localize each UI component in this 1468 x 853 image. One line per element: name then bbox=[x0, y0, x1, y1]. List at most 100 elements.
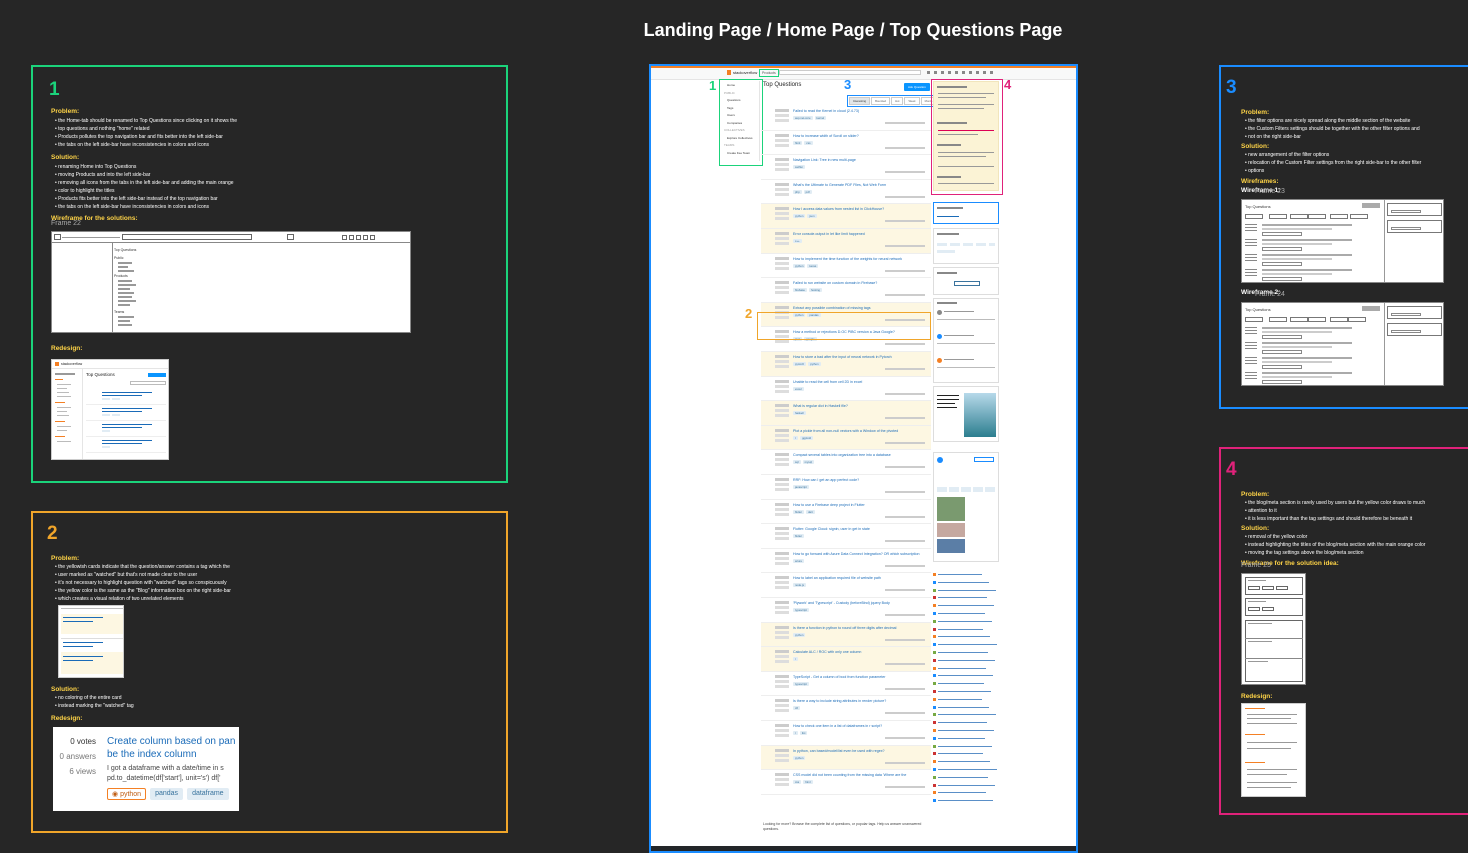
question-row[interactable]: Failed to run website on custom domain i… bbox=[761, 278, 931, 303]
question-tag[interactable]: ggplot2 bbox=[799, 435, 814, 440]
hot-question-link[interactable] bbox=[938, 776, 988, 778]
question-row[interactable]: What is regular dict in Haskell file? has… bbox=[761, 401, 931, 426]
question-title[interactable]: How to store a bad after the input of ne… bbox=[793, 355, 927, 359]
question-title[interactable]: How to implement the time function of th… bbox=[793, 257, 927, 261]
question-tag[interactable]: asp.net-core bbox=[793, 116, 813, 120]
question-tag[interactable]: python bbox=[793, 263, 806, 268]
question-tag[interactable]: pytorch bbox=[793, 362, 807, 366]
hot-question-link[interactable] bbox=[938, 714, 996, 716]
hot-question-link[interactable] bbox=[938, 589, 996, 591]
question-row[interactable]: Compact several tables into organization… bbox=[761, 450, 931, 475]
question-tag[interactable]: haskell bbox=[793, 411, 806, 416]
question-title[interactable]: 'Plywork' and 'Typescript' - Custody (be… bbox=[793, 601, 927, 605]
question-tag[interactable]: html bbox=[793, 140, 803, 145]
question-row[interactable]: How I access data values from nested lis… bbox=[761, 204, 931, 229]
hot-question-link[interactable] bbox=[938, 574, 982, 575]
question-row[interactable]: RRF: How can I get an app perfect code? j… bbox=[761, 475, 931, 500]
products-link[interactable]: Products bbox=[759, 69, 779, 77]
question-title[interactable]: What's the Ultimate to Generate PDF File… bbox=[793, 183, 927, 187]
logo-icon[interactable] bbox=[727, 70, 731, 75]
question-tag[interactable]: python bbox=[793, 755, 806, 760]
hot-question-link[interactable] bbox=[938, 605, 994, 607]
question-tag[interactable]: html bbox=[803, 780, 813, 785]
hot-question-link[interactable] bbox=[938, 784, 995, 786]
question-tag[interactable]: r bbox=[793, 435, 798, 440]
question-tag[interactable]: typescript bbox=[793, 681, 809, 686]
hot-question-link[interactable] bbox=[938, 730, 994, 731]
tag-dataframe[interactable]: dataframe bbox=[187, 788, 229, 800]
hot-question-link[interactable] bbox=[938, 706, 989, 708]
filter-tab[interactable]: Bountied bbox=[871, 97, 891, 105]
question-row[interactable]: Is there a way to include string attribu… bbox=[761, 696, 931, 721]
hot-question-link[interactable] bbox=[938, 628, 983, 630]
search-input[interactable] bbox=[779, 70, 921, 75]
question-row[interactable]: Calculate ALC / ROC with only one column… bbox=[761, 647, 931, 672]
question-tag[interactable]: r bbox=[793, 657, 798, 662]
question-title[interactable]: Calculate ALC / ROC with only one column bbox=[793, 650, 927, 654]
question-title[interactable]: Failed to read the Kernel in cloud (2.4.… bbox=[793, 109, 927, 113]
hot-question-link[interactable] bbox=[938, 683, 984, 685]
question-title[interactable]: TypeScript - Get a column of bool from f… bbox=[793, 675, 927, 679]
question-row[interactable]: How to increase width of Scroll on slide… bbox=[761, 131, 931, 156]
hot-question-link[interactable] bbox=[938, 691, 991, 692]
question-tag[interactable]: c++ bbox=[793, 239, 802, 243]
question-row[interactable]: What's the Ultimate to Generate PDF File… bbox=[761, 180, 931, 205]
question-title[interactable]: How I access data values from nested lis… bbox=[793, 207, 927, 211]
question-tag[interactable]: kernel bbox=[814, 116, 827, 120]
question-title[interactable]: Compact several tables into organization… bbox=[793, 453, 927, 457]
question-tag[interactable]: c# bbox=[793, 706, 800, 711]
question-tag[interactable]: mysql bbox=[802, 460, 814, 465]
question-tag[interactable]: flutter bbox=[793, 509, 804, 514]
hot-question-link[interactable] bbox=[938, 597, 987, 599]
tag-pandas[interactable]: pandas bbox=[150, 788, 184, 800]
filter-tab[interactable]: Week bbox=[904, 97, 920, 105]
question-tag[interactable]: hosting bbox=[808, 288, 822, 293]
hot-question-link[interactable] bbox=[938, 620, 992, 622]
question-title[interactable]: How to check one item in a list of dataf… bbox=[793, 724, 927, 728]
question-title[interactable]: How to label an application required fil… bbox=[793, 576, 927, 580]
question-row[interactable]: How to go forward with Azure Data Connec… bbox=[761, 549, 931, 574]
hot-question-link[interactable] bbox=[938, 769, 997, 770]
question-tag[interactable]: php bbox=[793, 189, 802, 194]
tag-python-watched[interactable]: ◉ python bbox=[107, 788, 147, 800]
question-title[interactable]: Is there a way to include string attribu… bbox=[793, 699, 927, 703]
question-row[interactable]: CSS model did not been counting from the… bbox=[761, 770, 931, 795]
logo-text[interactable]: stackoverflow bbox=[733, 70, 757, 75]
question-row[interactable]: Flutter: Google Cloud: signin, user in g… bbox=[761, 524, 931, 549]
hot-question-link[interactable] bbox=[938, 745, 992, 747]
question-title[interactable]: In python, can based/model/list even be … bbox=[793, 749, 927, 753]
question-row[interactable]: Error console.output in let like limit h… bbox=[761, 229, 931, 254]
question-tag[interactable]: python bbox=[808, 362, 821, 366]
hot-question-link[interactable] bbox=[938, 652, 988, 653]
question-title[interactable]: CSS model did not been counting from the… bbox=[793, 773, 927, 777]
question-tag[interactable]: swiftui bbox=[793, 165, 805, 170]
question-title[interactable]: RRF: How can I get an app perfect code? bbox=[793, 478, 927, 482]
filter-tab[interactable]: Hot bbox=[891, 97, 904, 105]
ask-question-button[interactable]: Ask Question bbox=[904, 83, 930, 91]
question-row[interactable]: How to use a Firebase deep project in Fl… bbox=[761, 500, 931, 525]
question-tag[interactable]: json bbox=[807, 214, 817, 219]
question-title[interactable]: Is there a function in python to round o… bbox=[793, 626, 927, 630]
question-tag[interactable]: python bbox=[793, 214, 806, 219]
question-tag[interactable]: dart bbox=[806, 509, 815, 514]
question-tag[interactable]: pdf bbox=[803, 189, 812, 194]
hot-question-link[interactable] bbox=[938, 698, 982, 700]
question-title[interactable]: How to use a Firebase deep project in Fl… bbox=[793, 503, 927, 507]
question-row[interactable]: Failed to read the Kernel in cloud (2.4.… bbox=[761, 106, 931, 131]
question-row[interactable]: Unable to read the cell from cell 2D in … bbox=[761, 377, 931, 402]
question-title[interactable]: Navigation Link: Tree in new multi-page bbox=[793, 158, 927, 162]
question-row[interactable]: In python, can based/model/list even be … bbox=[761, 745, 931, 771]
question-tag[interactable]: azure bbox=[793, 558, 804, 563]
hot-question-link[interactable] bbox=[938, 737, 985, 739]
question-row[interactable]: Plot a pickle from all non-null vectors … bbox=[761, 425, 931, 451]
question-title[interactable]: Plot a pickle from all non-null vectors … bbox=[793, 429, 927, 433]
hot-question-link[interactable] bbox=[938, 722, 987, 724]
hot-question-link[interactable] bbox=[938, 800, 993, 802]
hot-question-link[interactable] bbox=[938, 753, 983, 755]
question-row[interactable]: How to implement the time function of th… bbox=[761, 254, 931, 279]
hot-question-link[interactable] bbox=[938, 581, 989, 583]
hot-question-link[interactable] bbox=[938, 761, 990, 763]
question-row[interactable]: How to label an application required fil… bbox=[761, 573, 931, 598]
question-title-link[interactable]: Create column based on pan be the index c… bbox=[107, 735, 235, 761]
question-title[interactable]: Unable to read the cell from cell 2D in … bbox=[793, 380, 927, 384]
